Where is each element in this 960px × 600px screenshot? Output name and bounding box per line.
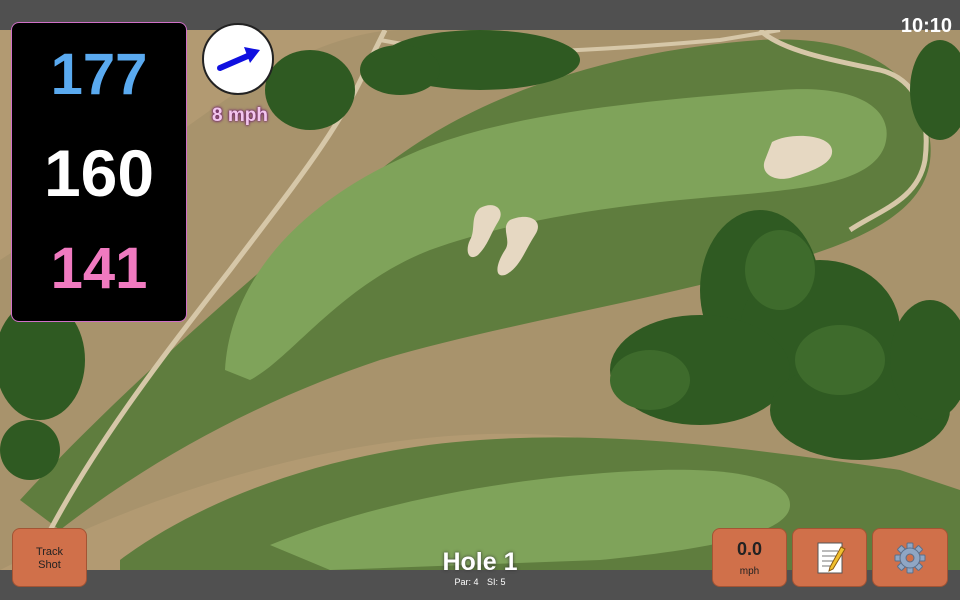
speed-unit: mph xyxy=(739,566,760,577)
notes-button[interactable] xyxy=(792,528,867,587)
speed-button[interactable]: 0.0 mph xyxy=(712,528,787,587)
hole-par: Par: 4 xyxy=(454,577,479,587)
speed-value: 0.0 xyxy=(736,539,763,559)
back-distance: 177 xyxy=(50,42,148,107)
hole-info: Par: 4 SI: 5 xyxy=(400,577,560,587)
track-shot-label-line1: Track xyxy=(35,546,64,558)
middle-distance: 160 xyxy=(43,136,155,210)
hole-title: Hole 1 xyxy=(442,548,518,576)
settings-button[interactable] xyxy=(872,528,948,587)
distance-panel: 177 160 141 xyxy=(11,22,187,322)
clock: 10:10 xyxy=(900,15,952,37)
notepad-icon xyxy=(817,542,846,574)
wind-speed: 8 mph xyxy=(212,105,268,126)
gear-icon xyxy=(894,542,926,574)
track-shot-label-line2: Shot xyxy=(38,559,61,571)
track-shot-button[interactable]: Track Shot xyxy=(12,528,87,587)
wind-direction-arrow-icon xyxy=(217,47,260,71)
front-distance: 141 xyxy=(50,236,148,301)
wind-indicator xyxy=(202,23,274,95)
hole-stroke-index: SI: 5 xyxy=(487,577,506,587)
